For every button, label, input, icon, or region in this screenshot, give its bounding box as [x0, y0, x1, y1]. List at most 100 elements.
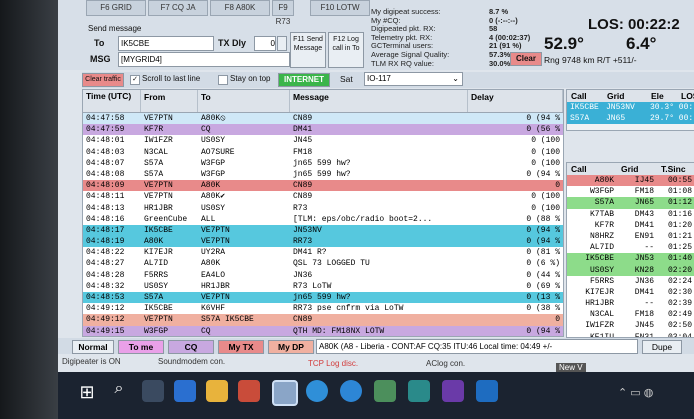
table-row[interactable]: 04:47:59 KF7R CQ DM41 0 (56 %	[83, 124, 563, 136]
f12-log-button[interactable]: F12 Log call in To	[328, 32, 364, 68]
table-row[interactable]: 04:48:11 VE7PTN A80K✔ CN89 0 (100	[83, 191, 563, 203]
active-app-icon[interactable]	[272, 380, 298, 406]
scroll-label: Scroll to last line	[142, 74, 201, 83]
grid-cell: --	[644, 243, 654, 253]
app-icon[interactable]	[238, 380, 260, 402]
message-cell: JN45	[293, 136, 313, 146]
to-label: To	[94, 38, 105, 48]
message-cell: jn65 599 hw?	[293, 293, 351, 302]
message-cell: CN89	[293, 192, 313, 202]
dupe-button[interactable]: Dupe	[642, 340, 682, 354]
message-cell: R73 LoTW	[293, 281, 332, 291]
tab-f10-lotw[interactable]: F10 LOTW	[310, 0, 370, 16]
table-row[interactable]: 04:48:17 IK5CBE VE7PTN JN53NV 0 (94 %	[83, 224, 563, 237]
t-cell: 01:20	[667, 220, 692, 230]
table-row[interactable]: 04:48:09 VE7PTN A80K CN89 0	[83, 180, 563, 192]
app4-icon[interactable]	[442, 380, 464, 402]
from-cell: W3FGP	[144, 326, 169, 336]
internet-button[interactable]: INTERNET	[278, 73, 330, 87]
chrome-icon[interactable]	[306, 380, 328, 402]
table-row[interactable]: 04:48:08 S57A W3FGP jn65 599 hw? 0 (94 %	[83, 168, 563, 181]
globe-icon[interactable]	[340, 380, 362, 402]
time-cell: 04:48:13	[86, 203, 125, 213]
col-time[interactable]: Time (UTC)	[83, 90, 141, 112]
col-to[interactable]: To	[198, 90, 290, 112]
heard-row[interactable]: AL7ID -- 01:25	[567, 242, 694, 254]
col-message[interactable]: Message	[290, 90, 468, 112]
search-icon[interactable]: ⌕	[108, 380, 130, 402]
table-row[interactable]: 04:48:32 US0SY HR1JBR R73 LoTW 0 (69 %	[83, 280, 563, 292]
filter-cq-button[interactable]: CQ	[168, 340, 214, 354]
from-cell: HR1JBR	[144, 203, 173, 213]
table-row[interactable]: 04:48:03 N3CAL AO7SURE FM18 0 (100	[83, 146, 563, 158]
in-range-panel: Call Grid Ele LOS IK5CBEJN53NV30.3° 00:S…	[566, 89, 694, 131]
stats-panel: My digipeat success: 8.7 % My #CQ: 0 (-:--…	[371, 7, 530, 68]
call-cell: KF7R	[594, 220, 614, 230]
from-cell: US0SY	[144, 281, 169, 291]
tab-f7-cq[interactable]: F7 CQ JA	[148, 0, 208, 16]
app2-icon[interactable]	[374, 380, 396, 402]
to-field[interactable]: IK5CBE	[118, 36, 214, 51]
scroll-checkbox[interactable]: ✓	[130, 75, 140, 85]
task-view-icon[interactable]	[142, 380, 164, 402]
heard-row[interactable]: HR1JBR -- 02:39	[567, 298, 694, 310]
heard-row[interactable]: KI7EJR DM41 02:30	[567, 286, 694, 299]
time-cell: 04:48:19	[86, 237, 125, 247]
heard-row[interactable]: IW1FZR JN45 02:50	[567, 320, 694, 332]
edge-icon[interactable]	[174, 380, 196, 402]
header-grid: Grid	[621, 164, 639, 174]
heard-row[interactable]: F5RRS JN36 02:24	[567, 275, 694, 287]
in-range-row[interactable]: IK5CBE JN53NV 30.3° 00:	[567, 102, 694, 114]
tx-dly-field[interactable]: 0	[254, 36, 276, 51]
options-row: Clear traffic ✓ Scroll to last line Stay…	[82, 72, 694, 88]
msg-field[interactable]: [MYGRID4]	[118, 52, 290, 67]
col-from[interactable]: From	[141, 90, 198, 112]
call-cell: N3CAL	[589, 310, 614, 320]
word-icon[interactable]	[476, 380, 498, 402]
table-row[interactable]: 04:48:27 AL7ID A80K QSL 73 LOGGED TU 0 (6 %)	[83, 258, 563, 270]
app3-icon[interactable]	[408, 380, 430, 402]
table-row[interactable]: 04:49:15 W3FGP CQ QTH MD: FM18NX LOTW 0 (94 …	[83, 325, 563, 336]
col-delay[interactable]: Delay	[468, 90, 563, 112]
heard-row[interactable]: W3FGP FM18 01:08	[567, 186, 694, 198]
table-row[interactable]: 04:48:28 F5RRS EA4LO JN36 0 (44 %	[83, 269, 563, 281]
heard-row[interactable]: N8HRZ EN91 01:21	[567, 230, 694, 243]
folder-icon[interactable]	[206, 380, 228, 402]
heard-row[interactable]: K7TAB DM43 01:16	[567, 208, 694, 220]
tab-f9[interactable]: F9 R73	[272, 0, 294, 26]
heard-row[interactable]: IK5CBE JN53 01:40	[567, 253, 694, 265]
f11-send-button[interactable]: F11 Send Message	[290, 32, 326, 68]
table-row[interactable]: 04:48:19 A80K VE7PTN RR73 0 (94 %	[83, 236, 563, 248]
heard-row[interactable]: KF7R DM41 01:20	[567, 219, 694, 231]
table-row[interactable]: 04:48:13 HR1JBR US0SY R73 0 (100	[83, 202, 563, 214]
heard-row[interactable]: N3CAL FM18 02:49	[567, 309, 694, 321]
table-row[interactable]: 04:48:07 S57A W3FGP jn65 599 hw? 0 (100	[83, 157, 563, 169]
filter-my-tx-button[interactable]: My TX	[218, 340, 264, 354]
tab-f8[interactable]: F8 A80K	[210, 0, 270, 16]
stay-top-checkbox[interactable]	[218, 75, 228, 85]
satellite-select[interactable]: IO-117 ⌄	[364, 72, 463, 86]
filter-to-me-button[interactable]: To me	[118, 340, 164, 354]
in-range-row[interactable]: S57A JN65 29.7° 00:	[567, 113, 694, 125]
table-row[interactable]: 04:48:22 KI7EJR UY2RA DM41 R? 0 (81 %	[83, 247, 563, 259]
tray-icons[interactable]: ⌃ ▭ ◍	[618, 386, 653, 399]
tab-f6-grid[interactable]: F6 GRID	[86, 0, 146, 16]
windows-start-icon[interactable]: ⊞	[76, 382, 98, 404]
tx-dly-stepper[interactable]	[277, 36, 287, 51]
table-row[interactable]: 04:47:58 VE7PTN A80K⦸ CN89 0 (94 %	[83, 113, 563, 125]
filter-my-dp-button[interactable]: My DP	[268, 340, 314, 354]
table-row[interactable]: 04:49:12 IK5CBE K6VHF RR73 pse cnfrm via Lo…	[83, 303, 563, 315]
heard-row[interactable]: US0SY KN28 02:20	[567, 264, 694, 276]
filter-normal-button[interactable]: Normal	[72, 340, 114, 354]
clear-stats-button[interactable]: Clear	[510, 52, 542, 66]
delay-cell: 0 (69 %	[526, 281, 560, 291]
table-row[interactable]: 04:48:16 GreenCube ALL [TLM: eps/obc/radio …	[83, 213, 563, 225]
t-cell: 02:49	[667, 310, 692, 320]
heard-row[interactable]: S57A JN65 01:12	[567, 197, 694, 209]
table-row[interactable]: 04:49:12 VE7PTN S57A IK5CBE CN89 0	[83, 314, 563, 326]
table-row[interactable]: 04:48:01 IW1FZR US0SY JN45 0 (100	[83, 135, 563, 147]
delay-cell: 0 (13 %	[526, 293, 560, 302]
table-row[interactable]: 04:48:53 S57A VE7PTN jn65 599 hw? 0 (13 %	[83, 292, 563, 304]
heard-row[interactable]: A80K IJ45 00:55	[567, 175, 694, 187]
clear-traffic-button[interactable]: Clear traffic	[82, 73, 124, 87]
